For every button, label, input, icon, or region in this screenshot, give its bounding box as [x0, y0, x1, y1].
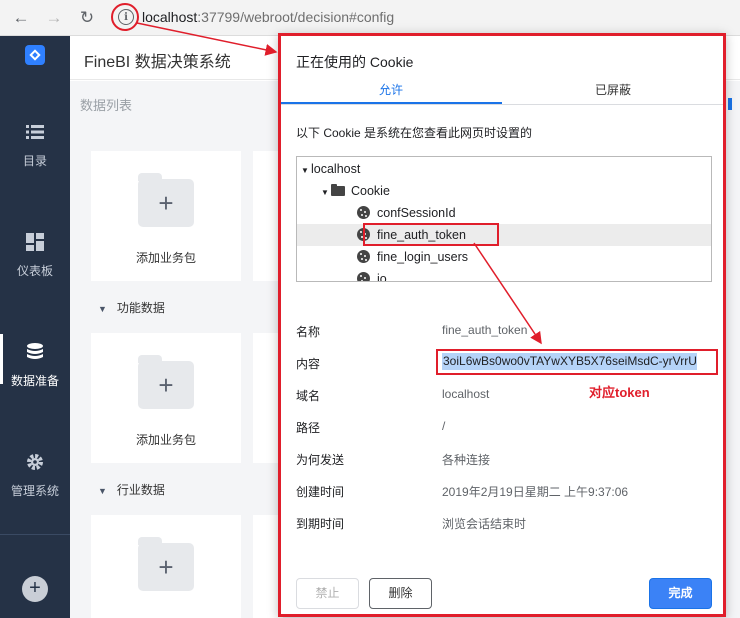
forward-icon[interactable]: → — [43, 7, 65, 29]
cookie-name: confSessionId — [377, 206, 456, 220]
detail-value-send-for: 各种连接 — [442, 453, 491, 467]
database-icon — [27, 343, 43, 359]
screen: ← → ↻ i localhost:37799/webroot/decision… — [0, 0, 740, 618]
detail-value-content[interactable]: 3oiL6wBs0wo0vTAYwXYB5X76seiMsdC-yrVrrU — [442, 353, 697, 370]
tree-node-folder[interactable]: ▼ Cookie — [297, 180, 711, 202]
sidebar-item-label: 仪表板 — [16, 264, 53, 278]
cookie-icon — [357, 272, 370, 281]
tree-folder-label: Cookie — [351, 184, 390, 198]
sidebar-item-data-prep[interactable]: 数据准备 — [0, 334, 70, 389]
expand-triangle-icon: ▼ — [301, 166, 309, 175]
back-icon[interactable]: ← — [10, 7, 32, 29]
tab-allowed[interactable]: 允许 — [379, 81, 403, 98]
sidebar-item-label: 管理系统 — [10, 484, 59, 498]
sidebar-divider — [0, 534, 70, 535]
block-button[interactable]: 禁止 — [296, 578, 359, 609]
sidebar-item-label: 数据准备 — [10, 374, 59, 388]
section-label: 行业数据 — [116, 483, 165, 497]
tree-node-cookie[interactable]: io — [297, 268, 711, 282]
cookie-dialog: 正在使用的 Cookie 允许 已屏蔽 以下 Cookie 是系统在您查看此网页… — [278, 33, 726, 617]
card-label: 添加业务包 — [135, 251, 196, 265]
detail-value-domain: localhost — [442, 387, 490, 401]
sidebar-item-dashboard[interactable]: 仪表板 — [0, 232, 70, 279]
detail-label: 内容 — [296, 357, 321, 371]
expand-triangle-icon: ▼ — [321, 188, 329, 197]
data-list-title: 数据列表 — [80, 98, 133, 113]
edge-indicator — [728, 98, 732, 110]
app-title: FineBI 数据决策系统 — [84, 54, 231, 71]
reload-icon[interactable]: ↻ — [76, 7, 98, 29]
detail-value-name: fine_auth_token — [442, 323, 528, 337]
gear-icon — [27, 454, 43, 470]
dashboard-icon — [26, 233, 44, 251]
sidebar-item-label: 目录 — [22, 154, 47, 168]
cookie-icon — [357, 250, 370, 263]
folder-icon — [331, 184, 345, 196]
folder-plus-icon: + — [138, 355, 194, 409]
add-package-card[interactable]: + 添加业务包 — [91, 333, 241, 463]
url-path: :37799/webroot/decision#config — [197, 9, 395, 25]
tree-node-cookie-selected[interactable]: fine_auth_token — [297, 224, 711, 246]
info-icon[interactable]: i — [118, 9, 134, 25]
dialog-title: 正在使用的 Cookie — [296, 54, 414, 70]
section-function-data[interactable]: ▼ 功能数据 — [98, 299, 165, 316]
cookie-name: io — [377, 272, 387, 282]
collapse-triangle-icon: ▼ — [98, 304, 107, 314]
add-button[interactable]: + — [22, 576, 48, 602]
detail-value-expires: 浏览会话结束时 — [442, 517, 527, 531]
tree-node-cookie[interactable]: confSessionId — [297, 202, 711, 224]
add-package-card[interactable]: + — [91, 515, 241, 618]
collapse-triangle-icon: ▼ — [98, 486, 107, 496]
cookie-name: fine_login_users — [377, 250, 469, 264]
dialog-description: 以下 Cookie 是系统在您查看此网页时设置的 — [296, 126, 533, 140]
app-logo[interactable] — [25, 45, 45, 65]
add-package-card[interactable]: + 添加业务包 — [91, 151, 241, 281]
address-bar[interactable]: localhost:37799/webroot/decision#config — [142, 9, 394, 25]
detail-value-created: 2019年2月19日星期二 上午9:37:06 — [442, 485, 629, 499]
sidebar-item-admin[interactable]: 管理系统 — [0, 452, 70, 499]
section-label: 功能数据 — [116, 301, 165, 315]
detail-label: 名称 — [296, 325, 321, 339]
sidebar: 目录 仪表板 数据准备 管理系统 + — [0, 36, 70, 618]
detail-label: 路径 — [296, 421, 321, 435]
cookie-tree[interactable]: ▼ localhost ▼ Cookie confSessionId fine_au… — [296, 156, 712, 282]
sidebar-item-catalog[interactable]: 目录 — [0, 122, 70, 169]
annotation-token: 对应token — [589, 385, 650, 400]
tree-host-label: localhost — [311, 162, 361, 176]
delete-button[interactable]: 删除 — [369, 578, 432, 609]
detail-value-path: / — [442, 419, 446, 433]
detail-label: 域名 — [296, 389, 321, 403]
list-icon — [26, 125, 44, 139]
cookie-icon — [357, 206, 370, 219]
detail-label: 创建时间 — [296, 485, 345, 499]
tree-node-host[interactable]: ▼ localhost — [297, 158, 711, 180]
folder-plus-icon: + — [138, 537, 194, 591]
tab-blocked[interactable]: 已屏蔽 — [595, 81, 631, 98]
detail-label: 为何发送 — [296, 453, 345, 467]
token-highlight-box — [363, 223, 499, 246]
url-host: localhost — [142, 9, 198, 25]
section-industry-data[interactable]: ▼ 行业数据 — [98, 481, 165, 498]
folder-plus-icon: + — [138, 173, 194, 227]
tab-divider — [281, 104, 723, 105]
detail-label: 到期时间 — [296, 517, 345, 531]
done-button[interactable]: 完成 — [649, 578, 712, 609]
browser-toolbar: ← → ↻ i localhost:37799/webroot/decision… — [0, 0, 740, 36]
card-label: 添加业务包 — [135, 433, 196, 447]
tree-node-cookie[interactable]: fine_login_users — [297, 246, 711, 268]
